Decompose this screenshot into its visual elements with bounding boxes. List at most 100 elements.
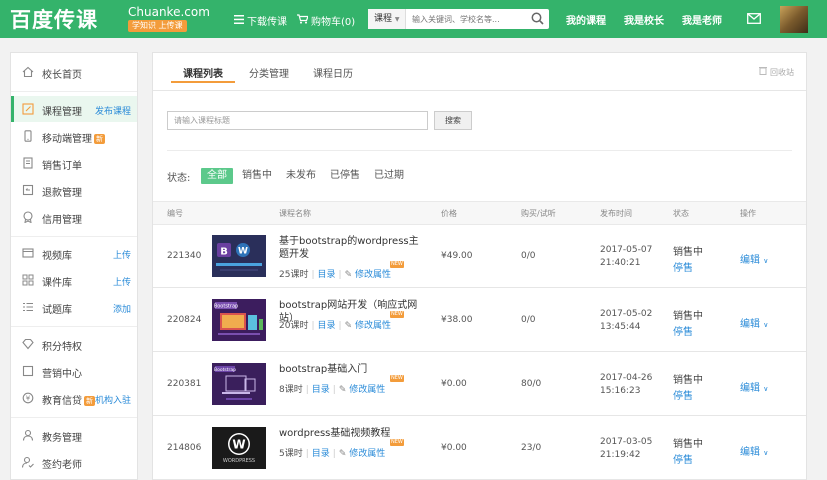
stop-sale-link[interactable]: 停售: [673, 387, 693, 402]
principal-link[interactable]: 我是校长: [624, 12, 664, 27]
stop-sale-link[interactable]: 停售: [673, 451, 693, 466]
course-thumbnail[interactable]: BW: [212, 235, 266, 277]
sidebar-item-home[interactable]: 校长首页: [11, 59, 137, 85]
course-title-search-input[interactable]: 请输入课程标题: [167, 111, 428, 130]
video-icon: [22, 247, 34, 259]
course-title-link[interactable]: 基于bootstrap的wordpress主题开发: [279, 235, 424, 261]
catalog-link[interactable]: 目录: [312, 449, 330, 459]
col-status: 状态: [673, 209, 689, 218]
logo[interactable]: 百度传课: [10, 4, 98, 34]
sidebar-item-refund[interactable]: 退款管理: [11, 177, 137, 203]
modify-attributes-link[interactable]: ✎ 修改属性: [339, 385, 385, 395]
course-thumbnail[interactable]: Bootstrap: [212, 363, 266, 405]
chevron-down-icon: ∨: [763, 449, 769, 457]
search-icon[interactable]: [531, 12, 544, 28]
upload-courseware-link[interactable]: 上传: [113, 275, 131, 288]
pencil-icon: ✎: [344, 270, 353, 280]
filter-expired[interactable]: 已过期: [374, 168, 404, 184]
edit-dropdown[interactable]: 编辑 ∨: [740, 443, 768, 458]
pencil-icon: ✎: [344, 321, 353, 331]
stop-sale-link[interactable]: 停售: [673, 323, 693, 338]
course-price: ¥49.00: [441, 251, 473, 261]
sidebar-item-education-loan[interactable]: ¥ 教育信贷新 机构入驻: [11, 385, 137, 411]
catalog-link[interactable]: 目录: [312, 385, 330, 395]
course-id: 220824: [167, 315, 202, 325]
institution-join-link[interactable]: 机构入驻: [95, 393, 131, 406]
status-filter-label: 状态:: [167, 173, 191, 184]
col-purchase-trial: 购买/试听: [521, 209, 556, 218]
publish-course-link[interactable]: 发布课程: [95, 104, 131, 117]
sidebar-item-orders[interactable]: 销售订单: [11, 150, 137, 176]
course-thumbnail[interactable]: W WORDPRESS: [212, 427, 266, 469]
tab-category-management[interactable]: 分类管理: [249, 65, 289, 80]
table-row: 220381 Bootstrap bootstrap基础入门 8课时 | 目录 | ✎ …: [153, 353, 806, 416]
search-category-select[interactable]: 课程 ▼: [368, 9, 406, 29]
credit-icon: [22, 211, 34, 224]
cart-icon: [297, 14, 309, 27]
course-status: 销售中: [673, 311, 703, 322]
col-price: 价格: [441, 209, 457, 218]
purchase-trial-count: 0/0: [521, 315, 536, 325]
sidebar-item-mobile[interactable]: 移动端管理新: [11, 123, 137, 149]
mobile-icon: [22, 130, 34, 142]
modify-attributes-link[interactable]: ✎ 修改属性: [345, 270, 391, 280]
svg-text:B: B: [220, 247, 228, 258]
sidebar-item-points[interactable]: 积分特权: [11, 331, 137, 357]
edit-dropdown[interactable]: 编辑 ∨: [740, 379, 768, 394]
table-row: 220824 Bootstrap bootstrap网站开发（响应式网站） 20…: [153, 289, 806, 352]
new-badge: NEW: [390, 261, 404, 268]
tab-course-calendar[interactable]: 课程日历: [313, 65, 353, 80]
edit-icon: [22, 103, 34, 115]
upload-video-link[interactable]: 上传: [113, 248, 131, 261]
sidebar-item-exam-library[interactable]: 试题库 添加: [11, 294, 137, 320]
filter-unpublished[interactable]: 未发布: [286, 168, 316, 184]
sidebar-item-credit[interactable]: 信用管理: [11, 204, 137, 230]
divider: [167, 150, 792, 151]
avatar[interactable]: [780, 6, 808, 33]
edit-dropdown[interactable]: 编辑 ∨: [740, 251, 768, 266]
course-status: 销售中: [673, 439, 703, 450]
publish-time: 2017-05-02 13:45:44: [600, 309, 653, 332]
catalog-link[interactable]: 目录: [318, 321, 336, 331]
sidebar-item-marketing[interactable]: 营销中心: [11, 358, 137, 384]
modify-attributes-link[interactable]: ✎ 修改属性: [345, 321, 391, 331]
marketing-icon: [22, 365, 34, 377]
recycle-bin-link[interactable]: 回收站: [759, 66, 794, 78]
course-price: ¥0.00: [441, 379, 467, 389]
svg-text:Bootstrap: Bootstrap: [214, 367, 236, 373]
chevron-down-icon: ∨: [763, 385, 769, 393]
pencil-icon: ✎: [338, 385, 347, 395]
filter-on-sale[interactable]: 销售中: [242, 168, 272, 184]
filter-all[interactable]: 全部: [201, 168, 233, 184]
sidebar-item-signed-teachers[interactable]: 签约老师: [11, 449, 137, 475]
my-courses-link[interactable]: 我的课程: [566, 12, 606, 27]
course-thumbnail[interactable]: Bootstrap: [212, 299, 266, 341]
chevron-down-icon: ▼: [394, 16, 400, 23]
edit-dropdown[interactable]: 编辑 ∨: [740, 315, 768, 330]
search-button[interactable]: 搜索: [434, 111, 472, 130]
teacher-link[interactable]: 我是老师: [682, 12, 722, 27]
cart-link[interactable]: 购物车(0): [297, 13, 355, 28]
download-link[interactable]: 下载传课: [234, 13, 287, 28]
add-exam-link[interactable]: 添加: [113, 302, 131, 315]
sidebar-item-course-management[interactable]: 课程管理 发布课程: [11, 96, 137, 122]
sidebar-item-courseware[interactable]: 课件库 上传: [11, 267, 137, 293]
tab-course-list[interactable]: 课程列表: [183, 65, 223, 80]
home-icon: [22, 66, 34, 78]
purchase-trial-count: 0/0: [521, 251, 536, 261]
table-row: 221340 BW 基于bootstrap的wordpress主题开发 25课时…: [153, 225, 806, 288]
publish-time: 2017-03-05 21:19:42: [600, 437, 653, 460]
table-row: 214806 W WORDPRESS wordpress基础视频教程 5课时 | 目录…: [153, 417, 806, 480]
catalog-link[interactable]: 目录: [318, 270, 336, 280]
sidebar-item-video-library[interactable]: 视频库 上传: [11, 240, 137, 266]
header-search-input[interactable]: [406, 14, 526, 24]
publish-time: 2017-04-26 15:16:23: [600, 373, 653, 396]
modify-attributes-link[interactable]: ✎ 修改属性: [339, 449, 385, 459]
col-operation: 操作: [740, 209, 756, 218]
stop-sale-link[interactable]: 停售: [673, 259, 693, 274]
filter-discontinued[interactable]: 已停售: [330, 168, 360, 184]
loan-icon: ¥: [22, 392, 34, 404]
mail-icon[interactable]: [747, 13, 761, 27]
sidebar-item-academic[interactable]: 教务管理: [11, 422, 137, 448]
new-badge: 新: [84, 396, 95, 406]
